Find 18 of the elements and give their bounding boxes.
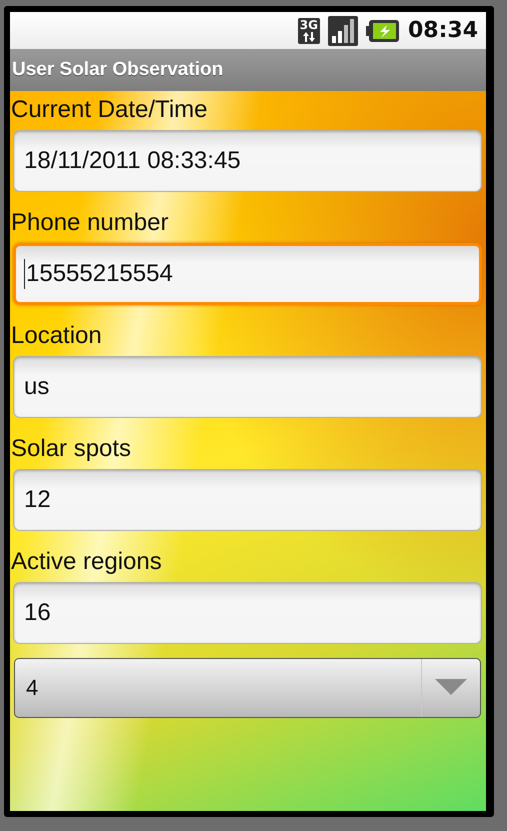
clock-time: 08:34	[408, 18, 478, 43]
text-cursor	[24, 259, 25, 289]
field-label: Phone number	[11, 208, 170, 238]
signal-icon	[328, 16, 358, 46]
battery-charging-icon	[366, 18, 400, 42]
field-label: Solar spots	[11, 434, 132, 464]
field-label: Active regions	[11, 547, 163, 577]
network-3g-icon: 3G	[298, 18, 320, 44]
dropdown-triangle-icon	[435, 679, 467, 697]
text-input-field[interactable]: us	[13, 356, 482, 418]
field-label: Current Date/Time	[11, 95, 208, 125]
text-input-field[interactable]: 16	[13, 582, 482, 644]
text-input-field[interactable]: 18/11/2011 08:33:45	[13, 130, 482, 192]
spinner-dropdown[interactable]: 4	[14, 658, 481, 718]
app-title: User Solar Observation	[12, 59, 224, 81]
text-input-field[interactable]: 15555215554	[13, 243, 482, 305]
field-label: Location	[11, 321, 103, 351]
text-input-field[interactable]: 12	[13, 469, 482, 531]
